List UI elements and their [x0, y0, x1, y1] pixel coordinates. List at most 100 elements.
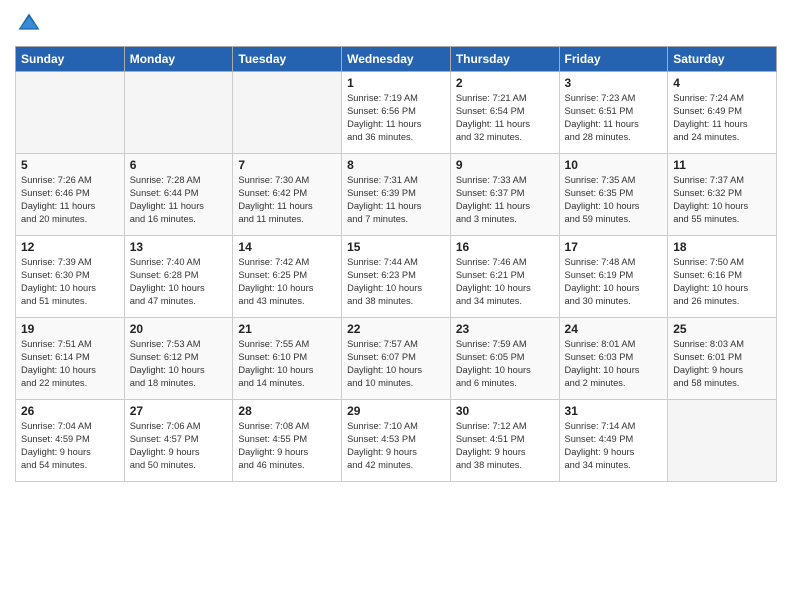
calendar-week-row: 26 Sunrise: 7:04 AM Sunset: 4:59 PM Dayli…: [16, 400, 777, 482]
day-number: 20: [130, 322, 228, 336]
day-number: 19: [21, 322, 119, 336]
day-info: Sunrise: 7:42 AM Sunset: 6:25 PM Dayligh…: [238, 256, 336, 308]
calendar-cell: 21 Sunrise: 7:55 AM Sunset: 6:10 PM Dayli…: [233, 318, 342, 400]
day-info: Sunrise: 8:01 AM Sunset: 6:03 PM Dayligh…: [565, 338, 663, 390]
day-number: 23: [456, 322, 554, 336]
day-number: 10: [565, 158, 663, 172]
calendar-cell: 5 Sunrise: 7:26 AM Sunset: 6:46 PM Daylig…: [16, 154, 125, 236]
day-number: 18: [673, 240, 771, 254]
day-number: 15: [347, 240, 445, 254]
day-info: Sunrise: 7:37 AM Sunset: 6:32 PM Dayligh…: [673, 174, 771, 226]
day-number: 9: [456, 158, 554, 172]
day-number: 5: [21, 158, 119, 172]
calendar-cell: 29Sunrise: 7:10 AM Sunset: 4:53 PM Dayli…: [342, 400, 451, 482]
day-info: Sunrise: 7:35 AM Sunset: 6:35 PM Dayligh…: [565, 174, 663, 226]
day-number: 17: [565, 240, 663, 254]
day-number: 1: [347, 76, 445, 90]
day-number: 12: [21, 240, 119, 254]
day-info: Sunrise: 7:21 AM Sunset: 6:54 PM Dayligh…: [456, 92, 554, 144]
day-number: 4: [673, 76, 771, 90]
day-number: 13: [130, 240, 228, 254]
calendar-week-row: 19 Sunrise: 7:51 AM Sunset: 6:14 PM Dayli…: [16, 318, 777, 400]
calendar-cell: 31Sunrise: 7:14 AM Sunset: 4:49 PM Dayli…: [559, 400, 668, 482]
day-number: 8: [347, 158, 445, 172]
col-header-thursday: Thursday: [450, 47, 559, 72]
generalblue-icon: [15, 10, 43, 38]
day-number: 25: [673, 322, 771, 336]
calendar-week-row: 5 Sunrise: 7:26 AM Sunset: 6:46 PM Daylig…: [16, 154, 777, 236]
calendar-cell: [668, 400, 777, 482]
day-info: Sunrise: 7:51 AM Sunset: 6:14 PM Dayligh…: [21, 338, 119, 390]
calendar-cell: 7Sunrise: 7:30 AM Sunset: 6:42 PM Daylig…: [233, 154, 342, 236]
calendar-cell: 22 Sunrise: 7:57 AM Sunset: 6:07 PM Dayli…: [342, 318, 451, 400]
day-number: 22: [347, 322, 445, 336]
day-number: 6: [130, 158, 228, 172]
day-info: Sunrise: 7:46 AM Sunset: 6:21 PM Dayligh…: [456, 256, 554, 308]
calendar-cell: 25 Sunrise: 8:03 AM Sunset: 6:01 PM Dayli…: [668, 318, 777, 400]
day-info: Sunrise: 7:48 AM Sunset: 6:19 PM Dayligh…: [565, 256, 663, 308]
day-info: Sunrise: 7:40 AM Sunset: 6:28 PM Dayligh…: [130, 256, 228, 308]
calendar-week-row: 12 Sunrise: 7:39 AM Sunset: 6:30 PM Dayli…: [16, 236, 777, 318]
calendar-cell: 17 Sunrise: 7:48 AM Sunset: 6:19 PM Dayli…: [559, 236, 668, 318]
col-header-saturday: Saturday: [668, 47, 777, 72]
day-number: 30: [456, 404, 554, 418]
calendar-cell: 4 Sunrise: 7:24 AM Sunset: 6:49 PM Daylig…: [668, 72, 777, 154]
day-info: Sunrise: 7:55 AM Sunset: 6:10 PM Dayligh…: [238, 338, 336, 390]
calendar-cell: 8 Sunrise: 7:31 AM Sunset: 6:39 PM Daylig…: [342, 154, 451, 236]
calendar-cell: 3 Sunrise: 7:23 AM Sunset: 6:51 PM Daylig…: [559, 72, 668, 154]
day-info: Sunrise: 7:44 AM Sunset: 6:23 PM Dayligh…: [347, 256, 445, 308]
calendar-cell: 28 Sunrise: 7:08 AM Sunset: 4:55 PM Dayli…: [233, 400, 342, 482]
day-number: 21: [238, 322, 336, 336]
day-info: Sunrise: 7:26 AM Sunset: 6:46 PM Dayligh…: [21, 174, 119, 226]
col-header-friday: Friday: [559, 47, 668, 72]
day-info: Sunrise: 7:19 AM Sunset: 6:56 PM Dayligh…: [347, 92, 445, 144]
calendar-cell: 19 Sunrise: 7:51 AM Sunset: 6:14 PM Dayli…: [16, 318, 125, 400]
day-number: 31: [565, 404, 663, 418]
day-info: Sunrise: 7:57 AM Sunset: 6:07 PM Dayligh…: [347, 338, 445, 390]
calendar-cell: 26 Sunrise: 7:04 AM Sunset: 4:59 PM Dayli…: [16, 400, 125, 482]
calendar-cell: 6 Sunrise: 7:28 AM Sunset: 6:44 PM Daylig…: [124, 154, 233, 236]
page: SundayMondayTuesdayWednesdayThursdayFrid…: [0, 0, 792, 612]
calendar-cell: 16 Sunrise: 7:46 AM Sunset: 6:21 PM Dayli…: [450, 236, 559, 318]
day-info: Sunrise: 7:08 AM Sunset: 4:55 PM Dayligh…: [238, 420, 336, 472]
day-number: 29: [347, 404, 445, 418]
day-info: Sunrise: 7:06 AM Sunset: 4:57 PM Dayligh…: [130, 420, 228, 472]
day-number: 16: [456, 240, 554, 254]
calendar-cell: 27 Sunrise: 7:06 AM Sunset: 4:57 PM Dayli…: [124, 400, 233, 482]
calendar-cell: 12 Sunrise: 7:39 AM Sunset: 6:30 PM Dayli…: [16, 236, 125, 318]
day-info: Sunrise: 7:53 AM Sunset: 6:12 PM Dayligh…: [130, 338, 228, 390]
calendar-cell: 14 Sunrise: 7:42 AM Sunset: 6:25 PM Dayli…: [233, 236, 342, 318]
day-number: 26: [21, 404, 119, 418]
day-number: 2: [456, 76, 554, 90]
calendar-table: SundayMondayTuesdayWednesdayThursdayFrid…: [15, 46, 777, 482]
day-info: Sunrise: 7:33 AM Sunset: 6:37 PM Dayligh…: [456, 174, 554, 226]
col-header-monday: Monday: [124, 47, 233, 72]
calendar-cell: [16, 72, 125, 154]
day-info: Sunrise: 7:04 AM Sunset: 4:59 PM Dayligh…: [21, 420, 119, 472]
day-info: Sunrise: 8:03 AM Sunset: 6:01 PM Dayligh…: [673, 338, 771, 390]
day-number: 11: [673, 158, 771, 172]
calendar-cell: 10 Sunrise: 7:35 AM Sunset: 6:35 PM Dayli…: [559, 154, 668, 236]
day-number: 3: [565, 76, 663, 90]
day-number: 27: [130, 404, 228, 418]
col-header-tuesday: Tuesday: [233, 47, 342, 72]
day-info: Sunrise: 7:24 AM Sunset: 6:49 PM Dayligh…: [673, 92, 771, 144]
calendar-cell: 2 Sunrise: 7:21 AM Sunset: 6:54 PM Daylig…: [450, 72, 559, 154]
calendar-cell: [124, 72, 233, 154]
day-number: 14: [238, 240, 336, 254]
calendar-header-row: SundayMondayTuesdayWednesdayThursdayFrid…: [16, 47, 777, 72]
col-header-sunday: Sunday: [16, 47, 125, 72]
calendar-cell: 23 Sunrise: 7:59 AM Sunset: 6:05 PM Dayli…: [450, 318, 559, 400]
day-info: Sunrise: 7:39 AM Sunset: 6:30 PM Dayligh…: [21, 256, 119, 308]
day-info: Sunrise: 7:28 AM Sunset: 6:44 PM Dayligh…: [130, 174, 228, 226]
calendar-cell: 18Sunrise: 7:50 AM Sunset: 6:16 PM Dayli…: [668, 236, 777, 318]
calendar-cell: 20 Sunrise: 7:53 AM Sunset: 6:12 PM Dayli…: [124, 318, 233, 400]
calendar-cell: 30 Sunrise: 7:12 AM Sunset: 4:51 PM Dayli…: [450, 400, 559, 482]
day-info: Sunrise: 7:12 AM Sunset: 4:51 PM Dayligh…: [456, 420, 554, 472]
day-info: Sunrise: 7:23 AM Sunset: 6:51 PM Dayligh…: [565, 92, 663, 144]
day-info: Sunrise: 7:31 AM Sunset: 6:39 PM Dayligh…: [347, 174, 445, 226]
day-number: 7: [238, 158, 336, 172]
day-number: 28: [238, 404, 336, 418]
calendar-cell: 9 Sunrise: 7:33 AM Sunset: 6:37 PM Daylig…: [450, 154, 559, 236]
day-info: Sunrise: 7:59 AM Sunset: 6:05 PM Dayligh…: [456, 338, 554, 390]
